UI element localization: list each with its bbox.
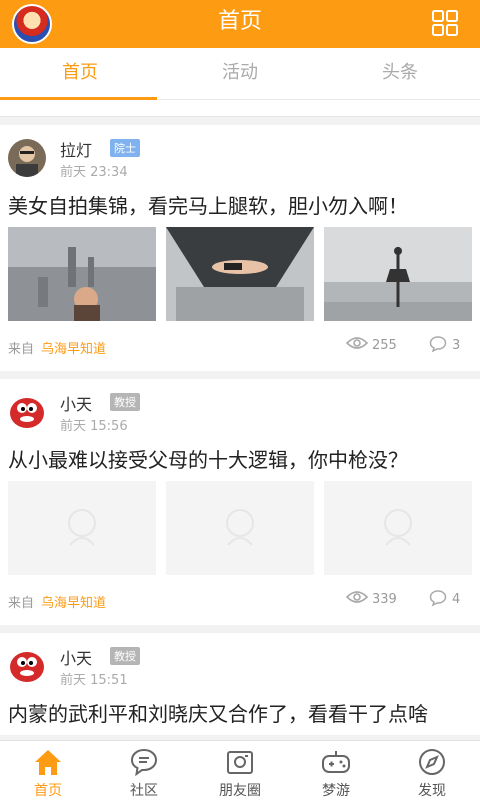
page-title: 首页 [217,9,262,34]
nav-moments[interactable]: 朋友圈 [192,741,288,800]
tab-home[interactable]: 首页 [0,48,160,100]
post-title[interactable]: 内蒙的武利平和刘晓庆又合作了，看看干了点啥 [8,691,472,735]
nav-label: 发现 [418,783,446,799]
user-badge: 教授 [110,393,140,411]
user-badge: 教授 [110,647,140,665]
user-avatar[interactable] [8,393,46,431]
nav-community[interactable]: 社区 [96,741,192,800]
post-images [8,481,472,575]
post-time: 前天 15:51 [60,673,128,688]
post-card[interactable]: 拉灯 院士 前天 23:34 美女自拍集锦，看完马上腿软，胆小勿入啊！ 来自 乌… [0,125,480,371]
comment-icon[interactable] [429,589,447,607]
user-name[interactable]: 小天 [60,645,92,669]
post-card[interactable]: 小天 教授 前天 15:56 从小最难以接受父母的十大逻辑，你中枪没？ 来自 乌… [0,379,480,625]
nav-label: 朋友圈 [219,783,261,799]
tab-activities[interactable]: 活动 [160,48,320,100]
user-badge: 院士 [110,139,140,157]
compass-icon [419,749,445,775]
chat-bubble-icon [130,748,158,777]
placeholder-image[interactable] [8,481,156,575]
gamepad-icon [322,751,350,773]
source-link[interactable]: 乌海早知道 [41,592,106,611]
user-avatar[interactable] [8,139,46,177]
nav-discover[interactable]: 发现 [384,741,480,800]
nav-home[interactable]: 首页 [0,741,96,800]
nav-label: 首页 [34,783,62,799]
post-title[interactable]: 美女自拍集锦，看完马上腿软，胆小勿入啊！ [8,183,472,227]
views-count: 339 [372,592,397,607]
bottom-nav: 首页 社区 朋友圈 梦游 发现 [0,740,480,800]
user-avatar[interactable] [8,647,46,685]
nav-games[interactable]: 梦游 [288,741,384,800]
camera-icon [227,751,253,774]
rooftop-selfie-photo[interactable] [8,227,156,321]
user-name[interactable]: 拉灯 [60,137,92,161]
eye-icon [346,337,368,349]
placeholder-image[interactable] [166,481,314,575]
ballet-skyline-photo[interactable] [324,227,472,321]
tab-headlines[interactable]: 头条 [320,48,480,100]
source-prefix: 来自 [8,596,35,611]
nav-label: 梦游 [322,783,350,799]
comments-count: 3 [452,338,461,353]
tab-bar: 首页 活动 头条 [0,48,480,100]
placeholder-image[interactable] [324,481,472,575]
feed-list[interactable]: 拉灯 院士 前天 23:34 美女自拍集锦，看完马上腿软，胆小勿入啊！ 来自 乌… [0,100,480,740]
post-images [8,227,472,321]
post-card[interactable]: 小天 教授 前天 15:51 内蒙的武利平和刘晓庆又合作了，看看干了点啥 [0,633,480,735]
previous-card-edge [0,100,480,117]
user-name[interactable]: 小天 [60,391,92,415]
post-time: 前天 15:56 [60,419,128,434]
home-icon [35,750,61,775]
nav-label: 社区 [130,783,158,799]
post-title[interactable]: 从小最难以接受父母的十大逻辑，你中枪没？ [8,437,472,481]
post-time: 前天 23:34 [60,165,128,180]
eye-icon [346,591,368,603]
source-link[interactable]: 乌海早知道 [41,338,106,357]
comment-icon[interactable] [429,335,447,353]
app-header: 首页 [0,0,480,48]
source-prefix: 来自 [8,342,35,357]
grid-icon[interactable] [432,10,458,36]
views-count: 255 [372,338,397,353]
comments-count: 4 [452,592,461,607]
ledge-pose-photo[interactable] [166,227,314,321]
